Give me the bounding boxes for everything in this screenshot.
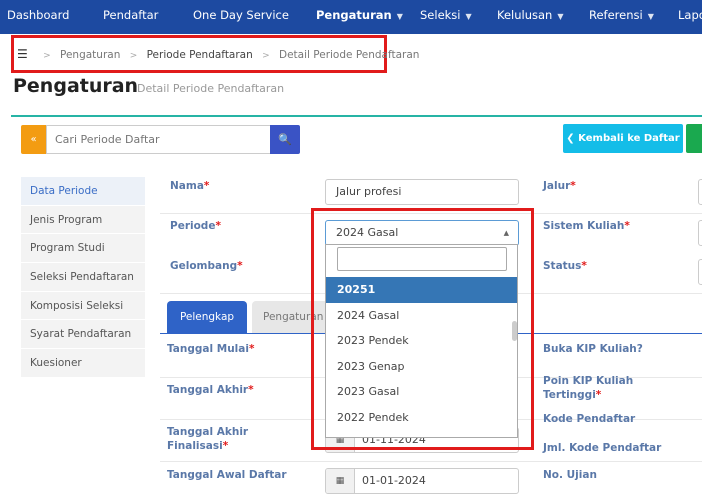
status-label-text: Status — [543, 260, 582, 272]
nav-referensi-label: Referensi — [589, 8, 643, 22]
breadcrumb-pengaturan[interactable]: Pengaturan — [60, 49, 120, 61]
periode-label-text: Periode — [170, 220, 216, 232]
required-mark: * — [595, 389, 602, 401]
status-label: Status* — [543, 259, 587, 273]
status-select[interactable] — [698, 259, 702, 285]
menu-icon[interactable]: ☰ — [17, 47, 28, 61]
required-mark: * — [624, 220, 630, 232]
sidebar-item-kuesioner[interactable]: Kuesioner — [21, 349, 145, 378]
sidebar-item-komposisi-seleksi[interactable]: Komposisi Seleksi — [21, 291, 145, 321]
tanggal-akhir-label-text: Tanggal Akhir — [167, 384, 249, 396]
nav-one-day-service[interactable]: One Day Service — [193, 0, 289, 30]
required-mark: * — [222, 440, 229, 452]
tanggal-mulai-label-text: Tanggal Mulai — [167, 343, 249, 355]
buka-kip-label: Buka KIP Kuliah? — [543, 343, 643, 355]
jalur-label: Jalur* — [543, 179, 576, 193]
tanggal-awal-daftar-input[interactable]: ▦ 01-01-2024 — [325, 468, 519, 494]
sidebar: Data Periode Jenis Program Program Studi… — [21, 177, 145, 378]
back-to-list-label: Kembali ke Daftar — [578, 133, 680, 144]
search-button[interactable]: 🔍 — [270, 125, 300, 154]
nav-dashboard[interactable]: Dashboard — [7, 0, 69, 30]
page-title: Pengaturan — [13, 75, 139, 97]
tanggal-akhir-label: Tanggal Akhir* — [167, 383, 254, 397]
finalisasi-line-1: Tanggal Akhir — [167, 426, 249, 438]
sidebar-item-jenis-program[interactable]: Jenis Program — [21, 205, 145, 235]
breadcrumb-periode-pendaftaran[interactable]: Periode Pendaftaran — [147, 49, 253, 61]
chevron-right-icon: > — [129, 51, 138, 61]
search-input[interactable] — [46, 125, 271, 154]
sistem-kuliah-label-text: Sistem Kuliah — [543, 220, 625, 232]
nav-pendaftar[interactable]: Pendaftar — [103, 0, 158, 30]
tab-pelengkap[interactable]: Pelengkap — [167, 301, 247, 333]
sidebar-item-syarat-pendaftaran[interactable]: Syarat Pendaftaran — [21, 320, 145, 350]
required-mark: * — [237, 260, 243, 272]
nav-laporan[interactable]: Lapo — [678, 0, 702, 30]
awal-daftar-date-value: 01-01-2024 — [362, 474, 426, 487]
required-mark: * — [203, 180, 210, 192]
nama-label: Nama* — [170, 179, 209, 193]
required-mark: * — [248, 343, 255, 355]
calendar-icon: ▦ — [326, 469, 355, 493]
page-subtitle: Detail Periode Pendaftaran — [137, 82, 285, 95]
nav-referensi[interactable]: Referensi ▼ — [589, 0, 654, 30]
nav-kelulusan-label: Kelulusan — [497, 8, 553, 22]
toggle-list-button[interactable]: « — [21, 125, 46, 154]
sidebar-item-program-studi[interactable]: Program Studi — [21, 234, 145, 264]
chevron-down-icon: ▼ — [465, 12, 472, 21]
breadcrumb: ☰ > Pengaturan > Periode Pendaftaran > D… — [17, 47, 419, 61]
jml-kode-pendaftar-label: Jml. Kode Pendaftar — [543, 442, 662, 454]
sidebar-item-data-periode[interactable]: Data Periode — [21, 177, 145, 206]
poin-kip-line-2: Tertinggi — [543, 389, 596, 401]
back-to-list-button[interactable]: ❮ Kembali ke Daftar — [563, 124, 683, 153]
required-mark: * — [215, 220, 221, 232]
chevron-right-icon: > — [262, 51, 270, 61]
gelombang-label-text: Gelombang — [170, 260, 238, 272]
periode-label: Periode* — [170, 219, 221, 233]
top-navbar: Dashboard Pendaftar One Day Service Peng… — [0, 0, 702, 34]
save-button[interactable] — [686, 124, 702, 153]
search-icon: 🔍 — [278, 133, 292, 146]
poin-kip-line-1: Poin KIP Kuliah — [543, 375, 634, 387]
jalur-select[interactable] — [698, 179, 702, 205]
required-mark: * — [248, 384, 254, 396]
chevron-down-icon: ▼ — [396, 12, 403, 21]
gelombang-label: Gelombang* — [170, 259, 243, 273]
jalur-label-text: Jalur — [543, 180, 571, 192]
nav-seleksi-label: Seleksi — [420, 8, 461, 22]
nav-pengaturan[interactable]: Pengaturan ▼ — [316, 0, 403, 30]
nav-kelulusan[interactable]: Kelulusan ▼ — [497, 0, 564, 30]
nav-seleksi[interactable]: Seleksi ▼ — [420, 0, 472, 30]
kode-pendaftar-label: Kode Pendaftar — [543, 413, 636, 425]
chevron-down-icon: ▼ — [557, 12, 564, 21]
poin-kip-label: Poin KIP Kuliah Tertinggi* — [543, 374, 633, 402]
required-mark: * — [570, 180, 576, 192]
row-divider — [160, 461, 702, 462]
dropdown-highlight — [311, 208, 534, 450]
required-mark: * — [581, 260, 587, 272]
nama-label-text: Nama — [170, 180, 204, 192]
chevron-left-icon: ❮ — [566, 133, 575, 144]
finalisasi-line-2: Finalisasi — [167, 440, 223, 452]
sistem-kuliah-label: Sistem Kuliah* — [543, 219, 630, 233]
chevron-right-icon: > — [43, 51, 51, 61]
sidebar-item-seleksi-pendaftaran[interactable]: Seleksi Pendaftaran — [21, 263, 145, 292]
chevron-down-icon: ▼ — [647, 12, 654, 21]
sistem-kuliah-select[interactable] — [698, 220, 702, 246]
tanggal-mulai-label: Tanggal Mulai* — [167, 342, 254, 356]
tanggal-awal-daftar-label: Tanggal Awal Daftar — [167, 469, 287, 481]
nav-pengaturan-label: Pengaturan — [316, 8, 392, 22]
tanggal-akhir-finalisasi-label: Tanggal Akhir Finalisasi* — [167, 425, 248, 453]
no-ujian-label: No. Ujian — [543, 469, 597, 481]
nama-input[interactable]: Jalur profesi — [325, 179, 519, 205]
breadcrumb-detail: Detail Periode Pendaftaran — [279, 49, 420, 61]
